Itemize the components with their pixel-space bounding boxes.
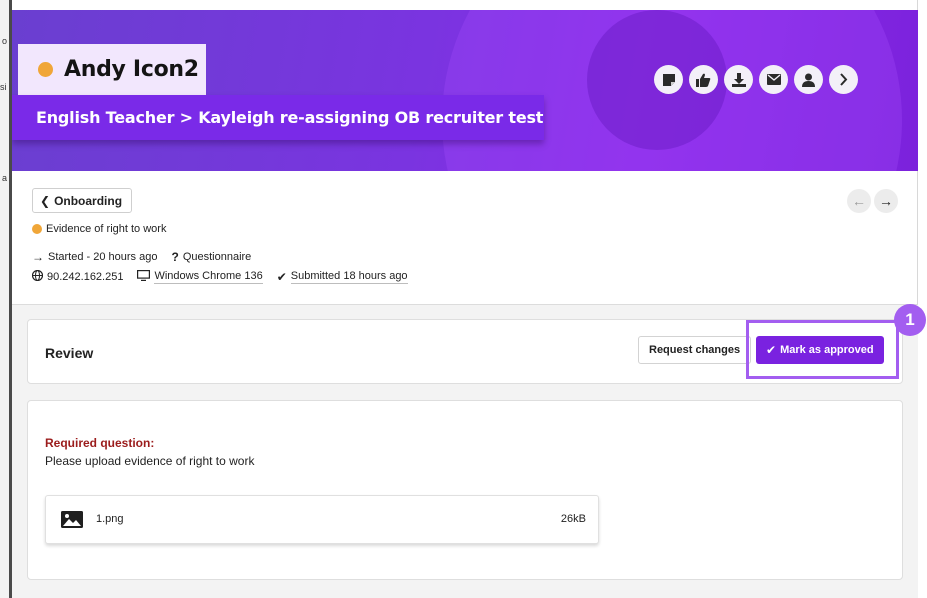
background-window: o si a: [0, 0, 12, 598]
globe-icon: [31, 269, 44, 284]
email-button[interactable]: [759, 65, 788, 94]
candidate-name: Andy Icon2: [64, 57, 199, 82]
check-icon: ✔: [276, 270, 287, 284]
arrow-right-icon: →: [32, 250, 44, 264]
arrow-right-icon: →: [879, 193, 893, 209]
device-info: Windows Chrome 136: [137, 270, 263, 284]
thumbs-up-button[interactable]: [689, 65, 718, 94]
started-info: → Started - 20 hours ago: [32, 250, 157, 264]
note-icon: [662, 73, 675, 86]
note-button[interactable]: [654, 65, 683, 94]
submitted-text: Submitted 18 hours ago: [290, 270, 408, 284]
step-meta-row: → Started - 20 hours ago ? Questionnaire: [32, 250, 265, 264]
mark-as-approved-button[interactable]: ✔ Mark as approved: [756, 336, 884, 364]
next-step-button[interactable]: →: [874, 189, 898, 213]
submission-meta-row: 90.242.162.251 Windows Chrome 136 ✔ Subm…: [31, 269, 422, 284]
header-banner: Andy Icon2 English Teacher > Kayleigh re…: [12, 10, 918, 171]
step-status: Evidence of right to work: [32, 223, 166, 235]
chevron-left-icon: ❮: [40, 193, 51, 208]
person-icon: [802, 73, 815, 87]
chevron-right-icon: [840, 73, 848, 86]
download-button[interactable]: [724, 65, 753, 94]
tutorial-step-badge: 1: [894, 304, 926, 336]
question-label: Required question:: [45, 436, 155, 450]
job-path: English Teacher > Kayleigh re-assigning …: [36, 108, 544, 127]
question-card: Required question: Please upload evidenc…: [27, 400, 903, 580]
candidate-name-tag: Andy Icon2: [18, 44, 206, 95]
review-title: Review: [45, 345, 94, 361]
started-text: Started - 20 hours ago: [48, 251, 158, 263]
job-path-tag: English Teacher > Kayleigh re-assigning …: [12, 95, 544, 140]
previous-step-button[interactable]: ←: [847, 189, 871, 213]
back-to-onboarding-button[interactable]: ❮ Onboarding: [32, 188, 133, 213]
background-text: a: [2, 173, 8, 183]
question-text: Please upload evidence of right to work: [45, 454, 255, 468]
monitor-icon: [137, 270, 151, 284]
candidate-panel: Andy Icon2 English Teacher > Kayleigh re…: [12, 0, 926, 598]
review-content: Review Request changes ✔ Mark as approve…: [12, 304, 926, 598]
status-dot: [38, 62, 53, 77]
device-text: Windows Chrome 136: [154, 270, 263, 284]
file-name: 1.png: [96, 513, 124, 525]
image-icon: [61, 511, 83, 533]
thumbs-up-icon: [696, 73, 711, 87]
next-candidate-button[interactable]: [829, 65, 858, 94]
header-actions: [654, 65, 858, 94]
submitted-info: ✔ Submitted 18 hours ago: [277, 270, 408, 284]
ip-text: 90.242.162.251: [47, 271, 124, 283]
profile-button[interactable]: [794, 65, 823, 94]
ip-info: 90.242.162.251: [31, 269, 124, 284]
type-info: ? Questionnaire: [171, 250, 251, 264]
file-size: 26kB: [560, 513, 586, 525]
step-name: Evidence of right to work: [46, 223, 167, 235]
envelope-icon: [766, 74, 781, 85]
background-text: o: [2, 36, 8, 46]
file-attachment[interactable]: 1.png 26kB: [45, 495, 599, 544]
step-status-dot: [32, 224, 42, 234]
back-button-label: Onboarding: [54, 193, 123, 208]
arrow-left-icon: ←: [852, 193, 866, 209]
type-text: Questionnaire: [182, 251, 252, 263]
request-changes-button[interactable]: Request changes: [638, 336, 752, 364]
question-mark-icon: ?: [171, 250, 179, 264]
background-text: si: [0, 82, 7, 92]
download-icon: [731, 72, 746, 87]
approve-button-label: Mark as approved: [780, 344, 874, 356]
review-card: Review Request changes ✔ Mark as approve…: [27, 304, 926, 384]
step-navigation: ← →: [847, 189, 898, 213]
check-icon: ✔: [766, 343, 777, 357]
